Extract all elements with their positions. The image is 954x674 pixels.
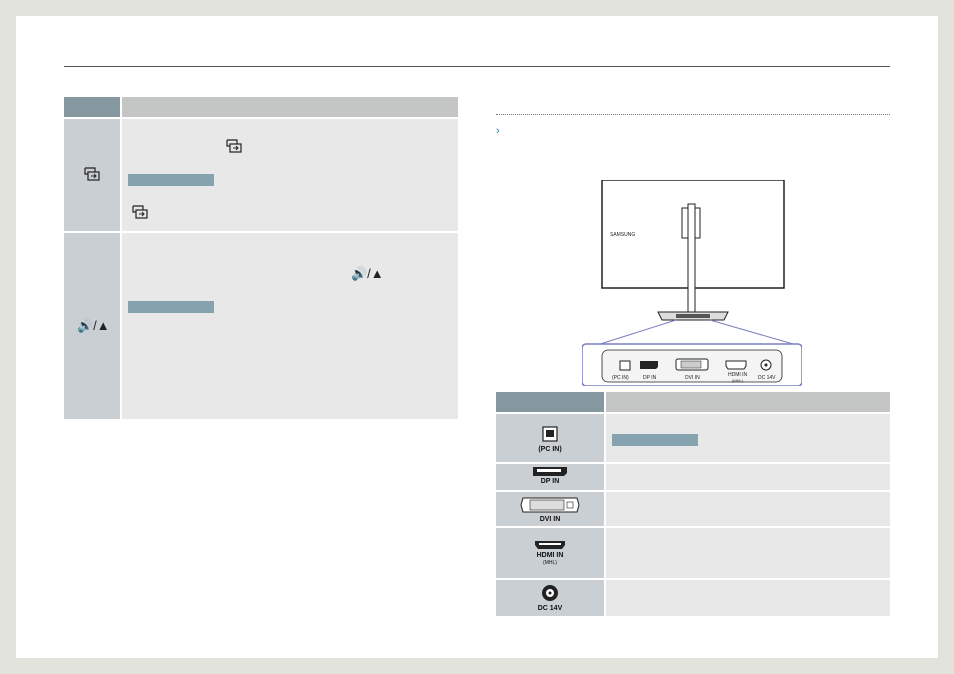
volume-up-icon: 🔊/▲: [77, 318, 110, 333]
usb-b-port-icon: [542, 426, 558, 442]
port-label-dvi: DVI IN: [685, 375, 700, 381]
button-function-table: 🔊/▲ 🔊/▲: [64, 97, 458, 419]
table-row-dc: DC 14V: [496, 580, 890, 616]
port-label-dp: DP IN: [643, 375, 657, 381]
port-label-usb: (PC IN): [612, 375, 629, 381]
port-label: DP IN: [540, 478, 560, 485]
description-cell: [606, 464, 890, 490]
description-cell: [606, 580, 890, 616]
section-divider: [496, 114, 890, 115]
hdmi-port-icon: [535, 541, 565, 549]
source-icon: [132, 205, 148, 219]
port-table: (PC IN) DP IN DVI IN HDMI IN (MHL) DC 14…: [496, 392, 890, 616]
table-row-volume: 🔊/▲ 🔊/▲: [64, 233, 458, 419]
icon-cell: [64, 119, 120, 231]
table-row-dp: DP IN: [496, 464, 890, 490]
table-header: [496, 392, 890, 412]
description-cell: [122, 119, 458, 231]
brand-text: SAMSUNG: [610, 232, 635, 238]
icon-cell: DP IN: [496, 464, 604, 490]
dc-power-port-icon: [542, 585, 558, 601]
description-cell: 🔊/▲: [122, 233, 458, 419]
table-row-usb: (PC IN): [496, 414, 890, 462]
table-row-dvi: DVI IN: [496, 492, 890, 526]
volume-up-icon: 🔊/▲: [351, 266, 384, 281]
header-cell-description: [122, 97, 458, 117]
manual-page: 🔊/▲ 🔊/▲ › SAMSUNG (PC IN) DP IN DVI IN H…: [16, 16, 938, 658]
port-label: HDMI IN: [536, 552, 564, 559]
icon-cell: (PC IN): [496, 414, 604, 462]
header-rule: [64, 66, 890, 67]
dvi-port-icon: [520, 497, 580, 513]
header-cell-icon: [64, 97, 120, 117]
chevron-right-icon: ›: [496, 125, 500, 137]
source-icon: [84, 167, 100, 181]
source-icon: [226, 139, 242, 153]
port-label-hdmi-sub: (MHL): [732, 378, 744, 383]
description-cell: [606, 528, 890, 578]
displayport-icon: [533, 467, 567, 476]
note-bar: [128, 301, 214, 313]
icon-cell: 🔊/▲: [64, 233, 120, 419]
port-label: (PC IN): [538, 446, 562, 453]
table-row-source: [64, 119, 458, 231]
port-label-dc: DC 14V: [758, 375, 776, 381]
header-cell-port: [496, 392, 604, 412]
note-bar: [612, 434, 698, 446]
icon-cell: DC 14V: [496, 580, 604, 616]
port-label: DVI IN: [539, 516, 561, 523]
description-cell: [606, 492, 890, 526]
icon-cell: DVI IN: [496, 492, 604, 526]
note-bar: [128, 174, 214, 186]
monitor-rear-illustration: SAMSUNG (PC IN) DP IN DVI IN HDMI IN (MH…: [582, 180, 802, 386]
header-cell-description: [606, 392, 890, 412]
description-cell: [606, 414, 890, 462]
icon-cell: HDMI IN (MHL): [496, 528, 604, 578]
table-header: [64, 97, 458, 117]
table-row-hdmi: HDMI IN (MHL): [496, 528, 890, 578]
port-label: DC 14V: [537, 605, 563, 612]
port-sub-label: (MHL): [543, 560, 557, 566]
